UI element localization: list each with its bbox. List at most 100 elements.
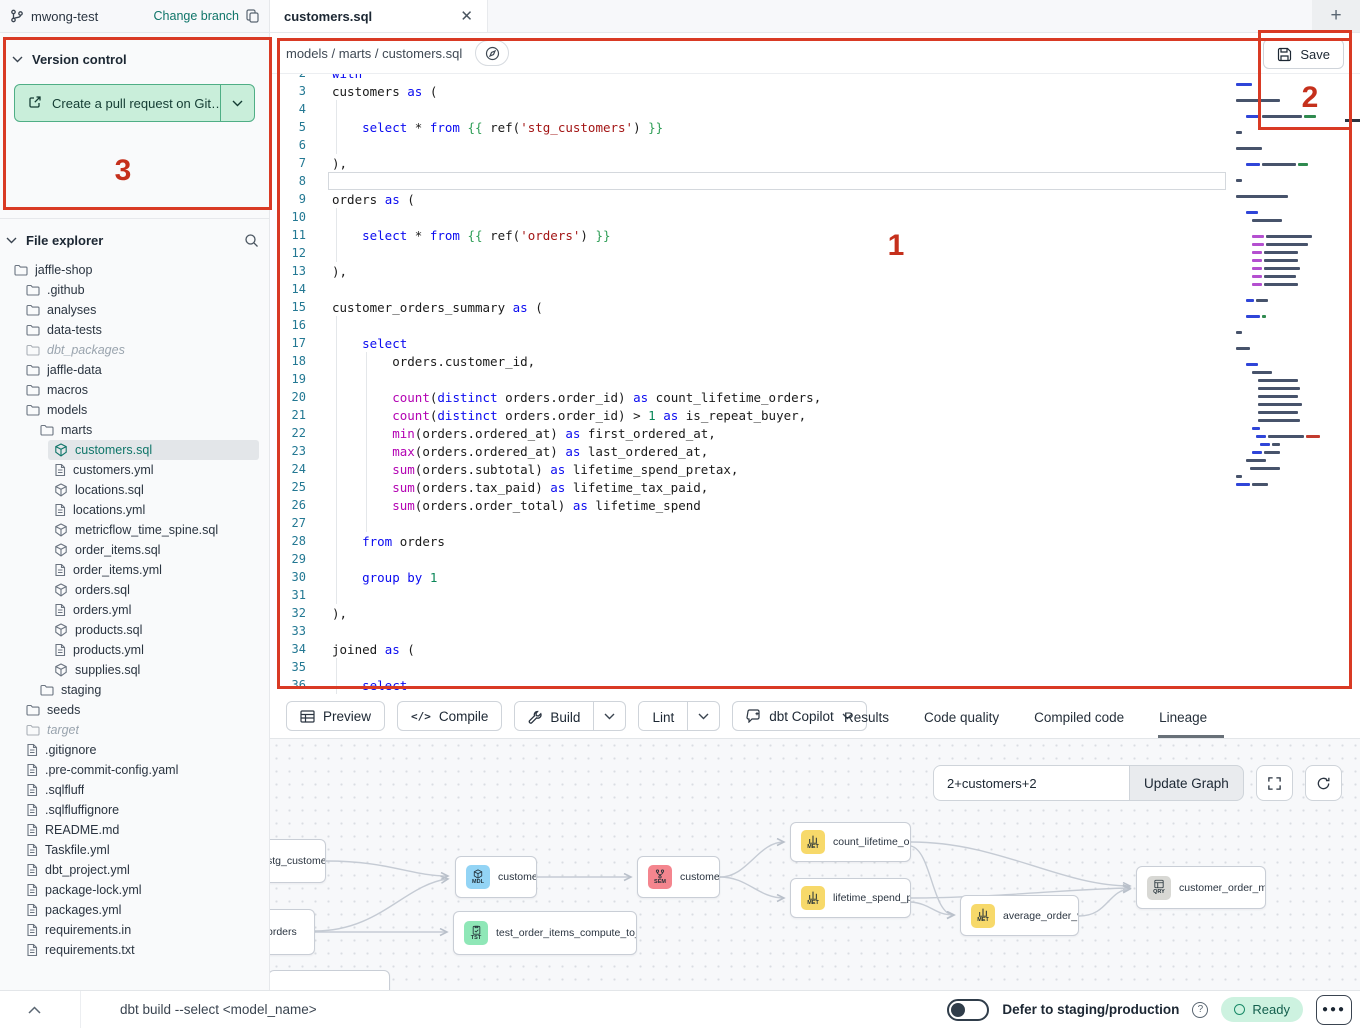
panel-tab-compiled-code[interactable]: Compiled code	[1033, 697, 1125, 738]
file-tree-item-marts[interactable]: marts	[0, 420, 269, 440]
file-tree-item-products.sql[interactable]: products.sql	[0, 620, 269, 640]
code-line-24[interactable]: 24 sum(orders.subtotal) as lifetime_spen…	[270, 460, 1360, 478]
code-line-35[interactable]: 35	[270, 658, 1360, 676]
code-line-22[interactable]: 22 min(orders.ordered_at) as first_order…	[270, 424, 1360, 442]
code-line-6[interactable]: 6	[270, 136, 1360, 154]
chevron-up-icon[interactable]	[28, 1006, 41, 1014]
tab-customers-sql[interactable]: customers.sql ✕	[270, 0, 488, 32]
file-tree-item-requirements.txt[interactable]: requirements.txt	[0, 940, 269, 960]
file-tree-item-staging[interactable]: staging	[0, 680, 269, 700]
code-line-2[interactable]: 2with	[270, 74, 1360, 82]
change-branch-link[interactable]: Change branch	[154, 9, 239, 23]
lineage-node-customer_order_metrics[interactable]: QRYcustomer_order_metrics	[1136, 866, 1266, 909]
code-line-10[interactable]: 10	[270, 208, 1360, 226]
file-tree-item-supplies.sql[interactable]: supplies.sql	[0, 660, 269, 680]
file-tree-item-order_items.sql[interactable]: order_items.sql	[0, 540, 269, 560]
create-pr-main[interactable]: Create a pull request on Git…	[15, 85, 221, 121]
code-line-12[interactable]: 12	[270, 244, 1360, 262]
lineage-selector-input[interactable]: 2+customers+2	[933, 765, 1130, 801]
save-button[interactable]: Save	[1263, 39, 1344, 69]
file-tree-item-locations.yml[interactable]: locations.yml	[0, 500, 269, 520]
code-line-4[interactable]: 4	[270, 100, 1360, 118]
file-tree-item-README.md[interactable]: README.md	[0, 820, 269, 840]
file-tree-item-.sqlfluff[interactable]: .sqlfluff	[0, 780, 269, 800]
file-tree-item-dbt_project.yml[interactable]: dbt_project.yml	[0, 860, 269, 880]
lineage-node-test_order_items_compute_to_bools...[interactable]: TSTtest_order_items_compute_to_bools...	[453, 911, 637, 955]
file-tree-item-customers.yml[interactable]: customers.yml	[0, 460, 269, 480]
update-graph-button[interactable]: Update Graph	[1130, 765, 1244, 801]
panel-tab-code-quality[interactable]: Code quality	[923, 697, 1000, 738]
lineage-node-stg_customers[interactable]: stg_customers	[270, 839, 326, 883]
file-tree-item-jaffle-data[interactable]: jaffle-data	[0, 360, 269, 380]
file-tree-item-seeds[interactable]: seeds	[0, 700, 269, 720]
file-tree-item-jaffle-shop[interactable]: jaffle-shop	[0, 260, 269, 280]
help-icon[interactable]: ?	[1192, 1002, 1208, 1018]
code-line-33[interactable]: 33	[270, 622, 1360, 640]
code-line-18[interactable]: 18 orders.customer_id,	[270, 352, 1360, 370]
build-caret[interactable]	[593, 702, 625, 730]
code-line-26[interactable]: 26 sum(orders.order_total) as lifetime_s…	[270, 496, 1360, 514]
code-line-7[interactable]: 7),	[270, 154, 1360, 172]
code-line-14[interactable]: 14	[270, 280, 1360, 298]
lineage-node-partial[interactable]	[270, 970, 390, 990]
copilot-compass-button[interactable]	[475, 40, 509, 66]
file-tree-item-dbt_packages[interactable]: dbt_packages	[0, 340, 269, 360]
file-tree-item-.github[interactable]: .github	[0, 280, 269, 300]
code-line-23[interactable]: 23 max(orders.ordered_at) as last_ordere…	[270, 442, 1360, 460]
code-line-25[interactable]: 25 sum(orders.tax_paid) as lifetime_tax_…	[270, 478, 1360, 496]
fullscreen-button[interactable]	[1256, 765, 1293, 801]
file-tree-item-requirements.in[interactable]: requirements.in	[0, 920, 269, 940]
create-pr-caret[interactable]	[221, 85, 254, 121]
code-line-20[interactable]: 20 count(distinct orders.order_id) as co…	[270, 388, 1360, 406]
file-tree-item-target[interactable]: target	[0, 720, 269, 740]
file-tree-item-macros[interactable]: macros	[0, 380, 269, 400]
lineage-node-lifetime_spend_pretax[interactable]: METlifetime_spend_pretax	[790, 878, 911, 918]
file-tree-item-.gitignore[interactable]: .gitignore	[0, 740, 269, 760]
file-tree-item-customers.sql[interactable]: customers.sql	[0, 440, 269, 460]
lineage-node-count_lifetime_orders[interactable]: METcount_lifetime_orders	[790, 822, 911, 862]
code-line-16[interactable]: 16	[270, 316, 1360, 334]
version-control-header[interactable]: Version control	[8, 46, 261, 73]
code-line-11[interactable]: 11 select * from {{ ref('orders') }}	[270, 226, 1360, 244]
code-line-31[interactable]: 31	[270, 586, 1360, 604]
file-tree-item-analyses[interactable]: analyses	[0, 300, 269, 320]
lineage-node-customers[interactable]: SEMcustomers	[637, 856, 720, 898]
lint-button[interactable]: Lint	[639, 702, 687, 731]
file-tree-item-products.yml[interactable]: products.yml	[0, 640, 269, 660]
code-line-27[interactable]: 27	[270, 514, 1360, 532]
code-line-5[interactable]: 5 select * from {{ ref('stg_customers') …	[270, 118, 1360, 136]
code-editor[interactable]: 2with3customers as (45 select * from {{ …	[270, 74, 1360, 697]
code-line-28[interactable]: 28 from orders	[270, 532, 1360, 550]
compile-button[interactable]: </> Compile	[397, 701, 502, 731]
code-line-21[interactable]: 21 count(distinct orders.order_id) > 1 a…	[270, 406, 1360, 424]
lineage-node-orders[interactable]: orders	[270, 909, 315, 955]
file-tree-item-metricflow_time_spine.sql[interactable]: metricflow_time_spine.sql	[0, 520, 269, 540]
file-tree-item-order_items.yml[interactable]: order_items.yml	[0, 560, 269, 580]
new-tab-button[interactable]: +	[1312, 0, 1360, 32]
file-tree-item-.pre-commit-config.yaml[interactable]: .pre-commit-config.yaml	[0, 760, 269, 780]
file-tree-item-locations.sql[interactable]: locations.sql	[0, 480, 269, 500]
file-explorer-header[interactable]: File explorer	[0, 225, 269, 254]
panel-tab-results[interactable]: Results	[843, 697, 890, 738]
code-line-30[interactable]: 30 group by 1	[270, 568, 1360, 586]
code-line-15[interactable]: 15customer_orders_summary as (	[270, 298, 1360, 316]
file-tree-item-packages.yml[interactable]: packages.yml	[0, 900, 269, 920]
code-line-32[interactable]: 32),	[270, 604, 1360, 622]
file-tree-item-.sqlfluffignore[interactable]: .sqlfluffignore	[0, 800, 269, 820]
lineage-node-average_order_value[interactable]: METaverage_order_value	[960, 895, 1079, 936]
defer-toggle[interactable]	[947, 999, 989, 1021]
code-line-34[interactable]: 34joined as (	[270, 640, 1360, 658]
search-icon[interactable]	[244, 233, 259, 248]
lineage-node-customers[interactable]: MDLcustomers	[455, 856, 537, 898]
refresh-button[interactable]	[1305, 765, 1342, 801]
code-line-19[interactable]: 19	[270, 370, 1360, 388]
code-line-3[interactable]: 3customers as (	[270, 82, 1360, 100]
code-line-9[interactable]: 9orders as (	[270, 190, 1360, 208]
file-tree-item-orders.sql[interactable]: orders.sql	[0, 580, 269, 600]
lint-caret[interactable]	[687, 702, 719, 730]
create-pr-button[interactable]: Create a pull request on Git…	[14, 84, 255, 122]
copy-branch-icon[interactable]	[246, 9, 259, 23]
code-line-29[interactable]: 29	[270, 550, 1360, 568]
code-line-8[interactable]: 8	[270, 172, 1360, 190]
close-tab-icon[interactable]: ✕	[460, 7, 473, 25]
